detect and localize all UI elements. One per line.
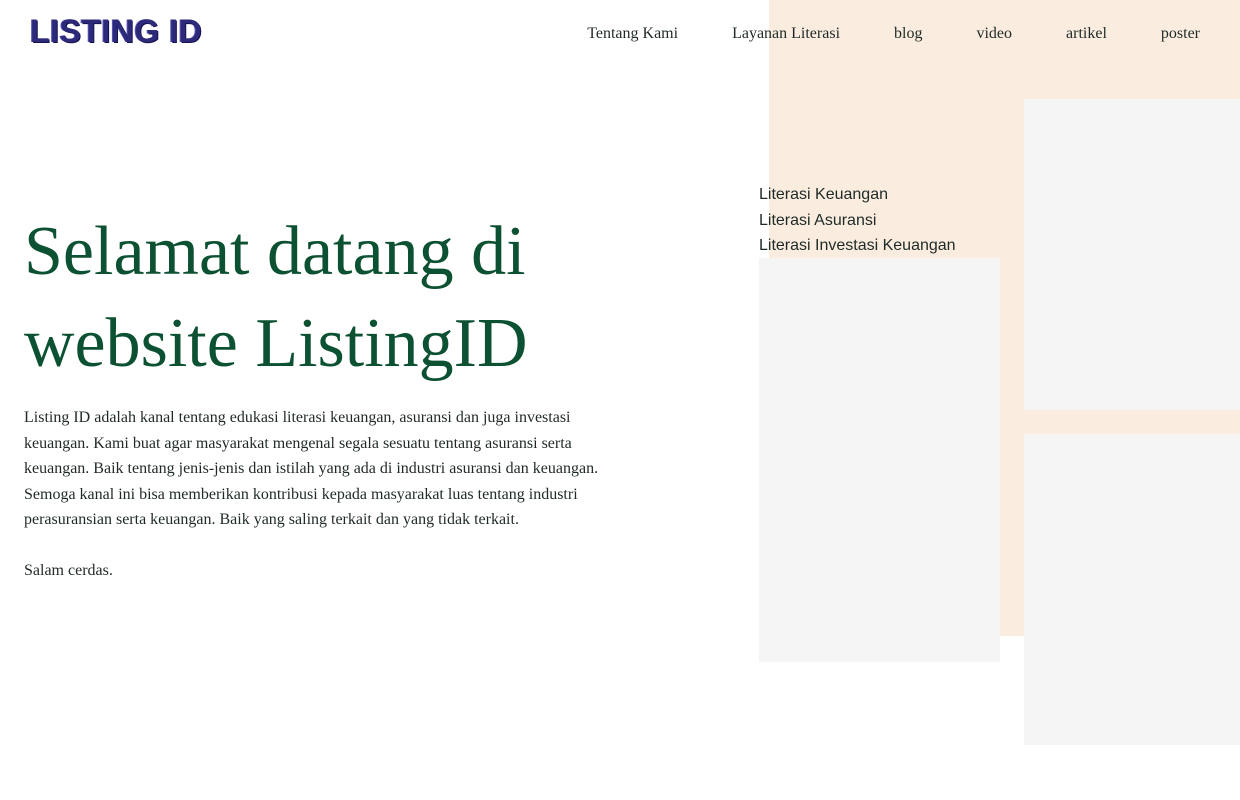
image-placeholder-bottom-right	[1024, 434, 1240, 745]
image-placeholder-top-right	[1024, 99, 1240, 410]
literasi-item-investasi[interactable]: Literasi Investasi Keuangan	[759, 233, 956, 259]
nav-item-blog[interactable]: blog	[894, 22, 922, 46]
nav-item-artikel[interactable]: artikel	[1066, 22, 1107, 46]
peach-background-strip	[1000, 410, 1240, 434]
literasi-item-keuangan[interactable]: Literasi Keuangan	[759, 182, 956, 208]
nav-item-layanan-literasi[interactable]: Layanan Literasi	[732, 22, 840, 46]
image-placeholder-left	[759, 258, 1000, 662]
site-logo[interactable]: LISTING ID	[30, 14, 202, 48]
hero-title: Selamat datang di website ListingID	[24, 213, 528, 382]
hero-closing: Salam cerdas.	[24, 562, 113, 579]
nav-item-poster[interactable]: poster	[1161, 22, 1200, 46]
literasi-list: Literasi Keuangan Literasi Asuransi Lite…	[759, 182, 956, 259]
literasi-item-asuransi[interactable]: Literasi Asuransi	[759, 208, 956, 234]
main-nav: Tentang Kami Layanan Literasi blog video…	[587, 22, 1200, 46]
logo-text: LISTING ID	[30, 13, 203, 49]
nav-item-video[interactable]: video	[976, 22, 1012, 46]
nav-item-tentang-kami[interactable]: Tentang Kami	[587, 22, 678, 46]
hero-description: Listing ID adalah kanal tentang edukasi …	[24, 409, 599, 529]
